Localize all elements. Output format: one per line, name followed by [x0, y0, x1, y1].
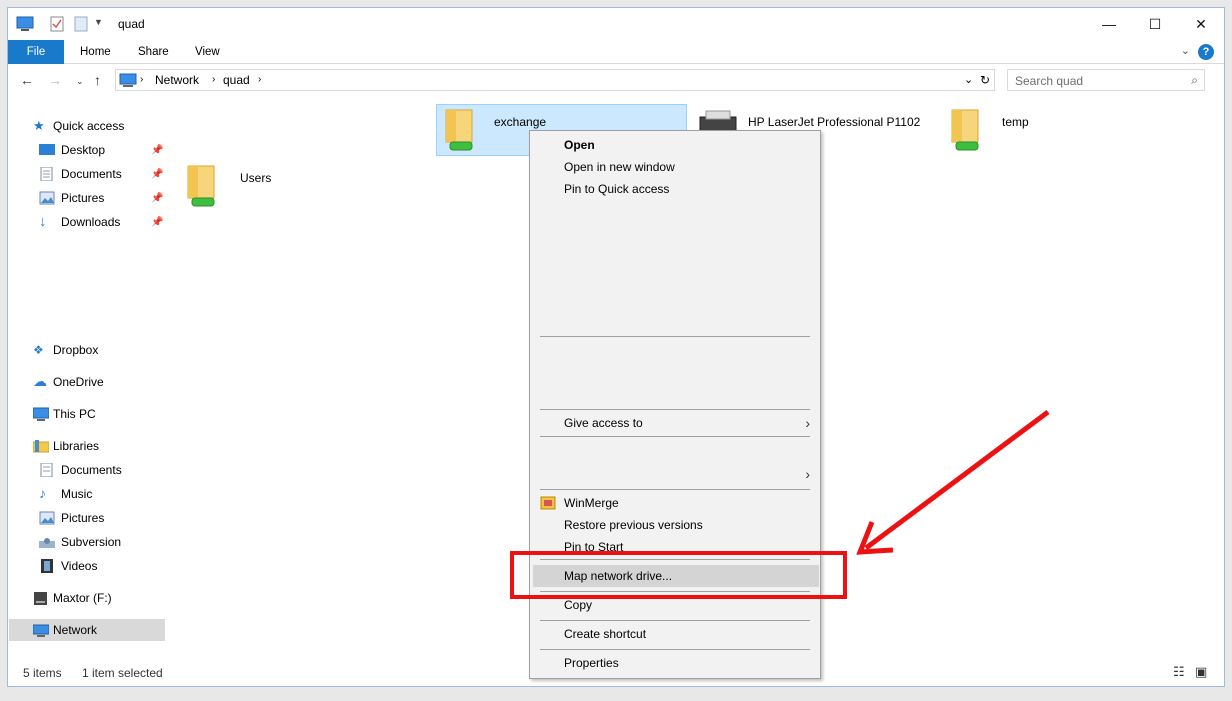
menu-item-open[interactable]: Open	[530, 134, 820, 156]
pictures-icon	[39, 191, 55, 205]
annotation-highlight-box	[510, 551, 847, 599]
help-icon[interactable]: ?	[1198, 44, 1214, 60]
title-bar: ▼ quad — ☐ ✕	[8, 8, 1224, 40]
share-folder-users[interactable]	[184, 162, 224, 213]
maximize-button[interactable]: ☐	[1132, 8, 1178, 40]
menu-item-label: Give access to	[564, 416, 643, 430]
desktop-icon	[39, 144, 55, 155]
search-input[interactable]: Search quad ⌕	[1007, 69, 1205, 91]
pin-icon[interactable]: 📌	[151, 145, 163, 156]
details-view-icon[interactable]: ☷	[1173, 664, 1185, 680]
refresh-icon[interactable]: ↻	[980, 73, 990, 87]
item-label-exchange[interactable]: exchange	[494, 115, 546, 129]
submenu-arrow-icon: ›	[805, 466, 810, 482]
crumb-separator-icon[interactable]: ›	[212, 74, 215, 85]
forward-arrow-icon[interactable]: →	[48, 72, 62, 88]
window-title: quad	[118, 17, 145, 31]
menu-separator	[540, 336, 810, 337]
recent-locations-icon[interactable]: ⌄	[76, 76, 84, 87]
share-folder-temp[interactable]	[948, 106, 988, 157]
libraries-icon	[33, 440, 49, 453]
properties-icon[interactable]	[50, 16, 64, 32]
crumb-separator-icon[interactable]: ›	[258, 74, 261, 85]
shared-folder-icon	[445, 109, 473, 151]
menu-separator	[540, 409, 810, 410]
breadcrumb-network[interactable]: Network	[155, 73, 199, 87]
drive-icon	[34, 592, 47, 605]
customize-toolbar-icon[interactable]: ▼	[94, 17, 103, 27]
network-icon	[119, 73, 137, 87]
menu-separator	[540, 436, 810, 437]
pin-icon[interactable]: 📌	[151, 169, 163, 180]
close-button[interactable]: ✕	[1178, 8, 1224, 40]
cloud-icon: ☁	[33, 373, 47, 389]
menu-item-open-new-window[interactable]: Open in new window	[530, 156, 820, 178]
menu-item-winmerge[interactable]: WinMerge	[530, 492, 820, 514]
pin-icon[interactable]: 📌	[151, 217, 163, 228]
new-folder-icon[interactable]	[74, 16, 88, 32]
search-placeholder: Search quad	[1015, 74, 1084, 88]
status-item-count: 5 items	[23, 666, 62, 680]
dropbox-icon: ❖	[33, 343, 44, 357]
pin-icon[interactable]: 📌	[151, 193, 163, 204]
back-arrow-icon[interactable]: ←	[20, 72, 34, 88]
menu-item-submenu-blank[interactable]: ›	[530, 463, 820, 485]
menu-item-label: WinMerge	[564, 496, 619, 510]
menu-item-properties[interactable]: Properties	[530, 652, 820, 674]
documents-icon	[40, 463, 53, 477]
minimize-button[interactable]: —	[1086, 8, 1132, 40]
videos-icon	[41, 559, 53, 573]
up-arrow-icon[interactable]: ↑	[94, 72, 101, 88]
item-label-printer[interactable]: HP LaserJet Professional P1102	[748, 115, 920, 129]
address-bar[interactable]: › Network › quad › ⌄ ↻	[115, 69, 995, 91]
computer-icon	[33, 407, 49, 421]
breadcrumb-quad[interactable]: quad	[223, 73, 250, 87]
network-icon	[33, 624, 49, 637]
music-icon: ♪	[39, 485, 46, 501]
documents-icon	[40, 167, 53, 181]
item-label-users[interactable]: Users	[240, 171, 271, 185]
menu-item-restore-versions[interactable]: Restore previous versions	[530, 514, 820, 536]
address-dropdown-icon[interactable]: ⌄	[964, 73, 973, 86]
menu-separator	[540, 489, 810, 490]
expand-ribbon-icon[interactable]: ⌄	[1181, 44, 1190, 57]
large-icons-view-icon[interactable]: ▣	[1195, 664, 1207, 680]
share-folder-exchange[interactable]	[442, 106, 482, 157]
menu-item-give-access[interactable]: Give access to ›	[530, 412, 820, 434]
tab-share[interactable]: Share	[124, 40, 183, 64]
star-icon: ★	[33, 118, 45, 133]
crumb-separator-icon[interactable]: ›	[140, 74, 143, 85]
tab-view[interactable]: View	[181, 40, 234, 64]
menu-separator	[540, 649, 810, 650]
search-icon[interactable]: ⌕	[1191, 73, 1198, 88]
submenu-arrow-icon: ›	[805, 415, 810, 431]
ribbon-tabs: File Home Share View ⌄ ?	[8, 40, 1224, 64]
subversion-icon	[39, 538, 55, 548]
status-selected: 1 item selected	[82, 666, 163, 680]
shared-folder-icon	[187, 165, 215, 207]
tab-file[interactable]: File	[8, 40, 64, 64]
download-icon: ↓	[39, 213, 47, 230]
menu-item-create-shortcut[interactable]: Create shortcut	[530, 623, 820, 645]
shared-folder-icon	[951, 109, 979, 151]
menu-separator	[540, 620, 810, 621]
item-label-temp[interactable]: temp	[1002, 115, 1029, 129]
menu-item-pin-quick-access[interactable]: Pin to Quick access	[530, 178, 820, 200]
winmerge-icon	[540, 496, 556, 510]
computer-icon[interactable]	[16, 16, 34, 32]
pictures-icon	[39, 511, 55, 525]
tab-home[interactable]: Home	[66, 40, 125, 64]
